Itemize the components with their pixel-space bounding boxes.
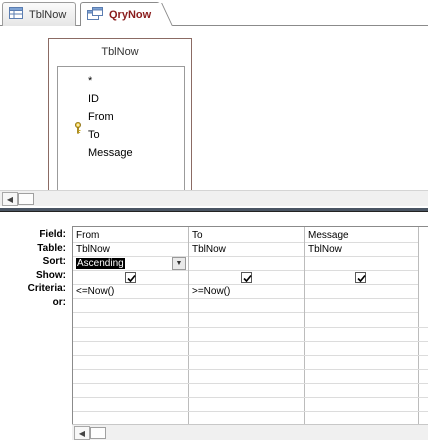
sort-cell[interactable]: Ascending ▼ [73,257,188,271]
row-label-table: Table: [37,242,66,254]
primary-key-icon [74,122,82,134]
sort-cell[interactable] [305,257,418,271]
upper-horizontal-scrollbar[interactable]: ◀ [0,190,428,206]
show-cell [189,271,304,285]
row-label-show: Show: [36,269,66,281]
field-item-id[interactable]: ID [88,93,99,105]
grid-horizontal-scrollbar[interactable]: ◀ [72,424,428,440]
criteria-cell[interactable] [305,285,418,299]
show-checkbox[interactable] [241,272,252,283]
chevron-down-icon[interactable]: ▼ [172,257,186,270]
grid-divider [73,355,428,356]
grid-divider [73,327,428,328]
show-checkbox[interactable] [125,272,136,283]
or-cell[interactable] [189,299,304,313]
field-item-to[interactable]: To [88,129,100,141]
grid-divider [73,383,428,384]
grid-column-to[interactable]: To TblNow >=Now() [189,227,305,440]
row-label-criteria: Criteria: [27,283,66,294]
scroll-left-icon[interactable]: ◀ [74,426,90,440]
design-grid: From TblNow Ascending ▼ <=Now() To TblNo… [72,226,428,440]
field-item-from[interactable]: From [88,111,114,123]
grid-column-empty[interactable] [419,227,428,440]
grid-divider [73,369,428,370]
scroll-thumb[interactable] [90,427,106,439]
grid-column-message[interactable]: Message TblNow [305,227,419,440]
table-icon [9,7,23,22]
row-label-field: Field: [39,229,66,240]
grid-column-from[interactable]: From TblNow Ascending ▼ <=Now() [73,227,189,440]
table-title: TblNow [101,46,139,58]
criteria-cell[interactable]: <=Now() [73,285,188,299]
table-cell[interactable]: TblNow [189,243,304,257]
grid-divider [73,397,428,398]
field-cell[interactable]: To [189,229,304,243]
table-cell[interactable]: TblNow [73,243,188,257]
object-tabs: TblNow QryNow [0,0,428,27]
field-cell[interactable]: Message [305,229,418,243]
sort-cell[interactable] [189,257,304,271]
field-item-message[interactable]: Message [88,147,133,159]
field-cell[interactable]: From [73,229,188,243]
grid-divider [73,341,428,342]
query-design-upper-pane: TblNow * ID From To Message [0,26,428,204]
tab-tblnow[interactable]: TblNow [2,2,76,26]
criteria-cell[interactable]: >=Now() [189,285,304,299]
scroll-left-icon[interactable]: ◀ [2,192,18,206]
query-design-grid-pane: Field: Table: Sort: Show: Criteria: or: … [0,212,428,446]
grid-row-labels: Field: Table: Sort: Show: Criteria: or: [0,228,68,309]
row-label-sort: Sort: [42,256,66,267]
field-list: * ID From To Message [57,66,185,192]
or-cell[interactable] [305,299,418,313]
grid-divider [73,411,428,412]
tab-qrynow[interactable]: QryNow [80,2,160,27]
sort-value: Ascending [76,258,125,269]
table-cell[interactable]: TblNow [305,243,418,257]
field-item-all[interactable]: * [88,75,92,87]
table-field-list-window[interactable]: TblNow * ID From To Message [48,38,192,204]
query-icon [87,7,103,23]
show-cell [73,271,188,285]
show-checkbox[interactable] [355,272,366,283]
show-cell [305,271,418,285]
scroll-thumb[interactable] [18,193,34,205]
tab-label: QryNow [109,9,152,21]
or-cell[interactable] [73,299,188,313]
row-label-or: or: [52,296,66,308]
tab-label: TblNow [29,8,67,21]
